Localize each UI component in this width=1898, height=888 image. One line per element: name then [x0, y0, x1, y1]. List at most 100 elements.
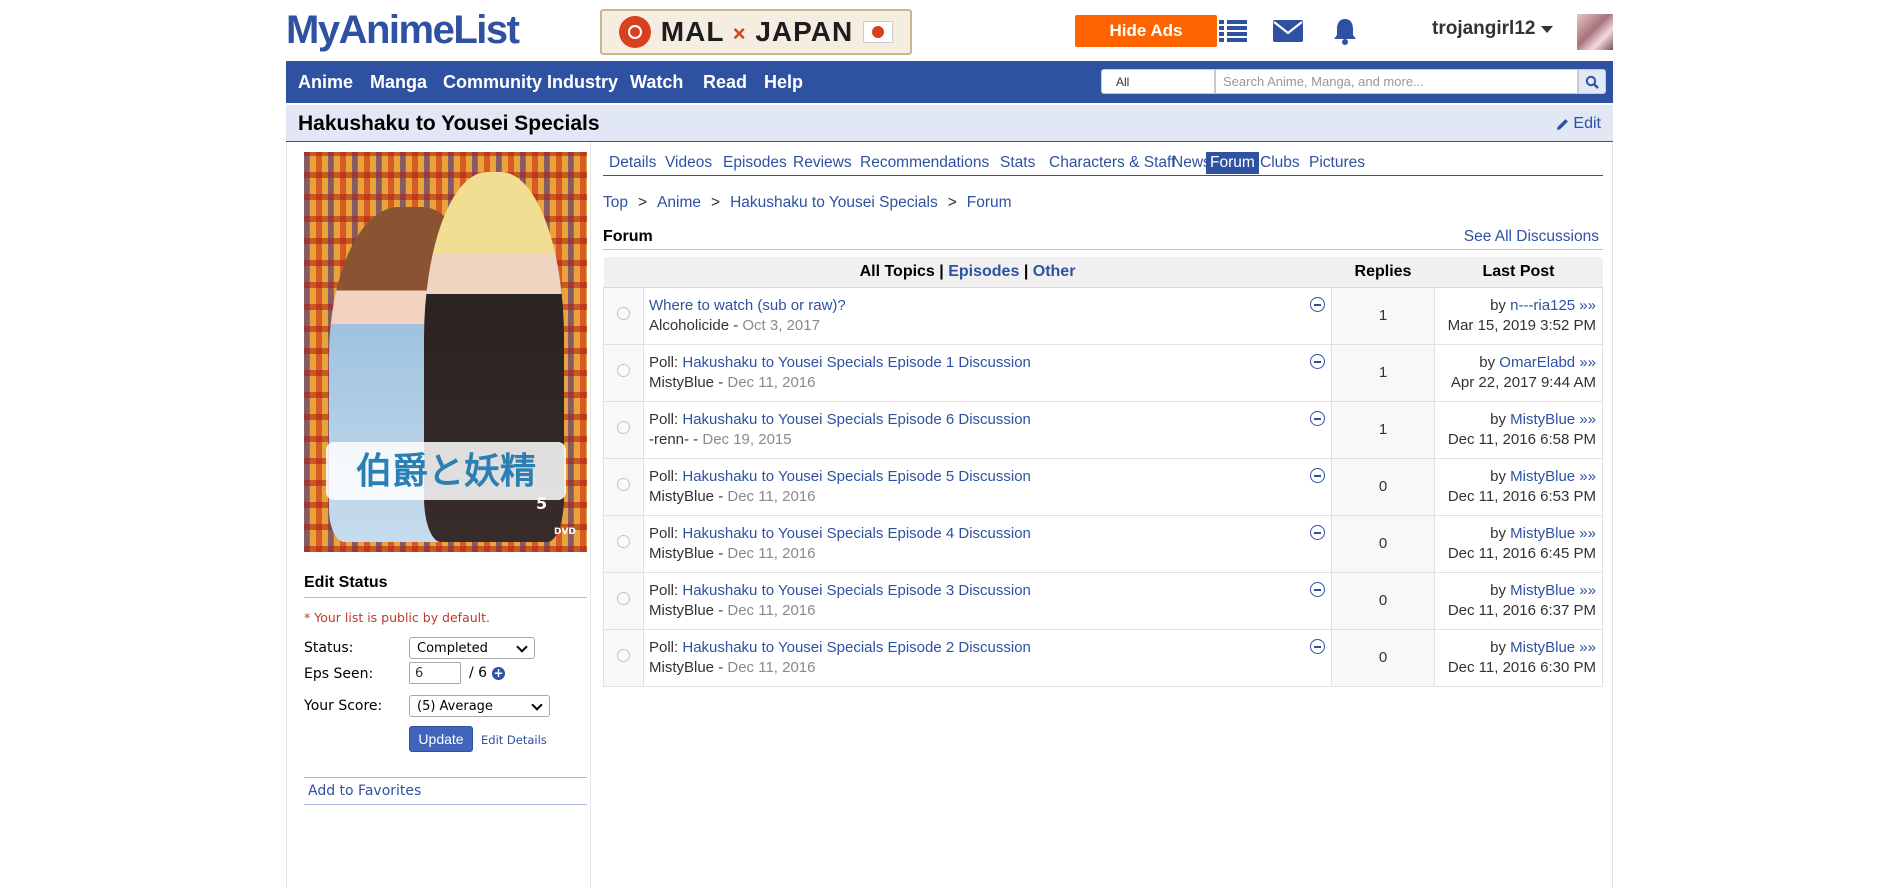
last-post-user-line: by MistyBlue »»: [1435, 524, 1596, 544]
minus-icon[interactable]: [1310, 581, 1325, 597]
update-button[interactable]: Update: [409, 726, 473, 752]
topic-meta-line: Alcoholicide - Oct 3, 2017: [649, 316, 1325, 336]
topic-marker-cell: [603, 458, 644, 516]
tab-clubs[interactable]: Clubs: [1256, 152, 1304, 174]
topic-prefix: Poll:: [649, 467, 683, 485]
tab-recommendations[interactable]: Recommendations: [856, 152, 993, 174]
minus-icon[interactable]: [1310, 296, 1325, 312]
tab-stats[interactable]: Stats: [996, 152, 1039, 174]
nav-watch[interactable]: Watch: [630, 61, 683, 103]
topic-author[interactable]: MistyBlue: [649, 488, 714, 505]
topic-title-link[interactable]: Hakushaku to Yousei Specials Episode 2 D…: [682, 639, 1031, 656]
minus-icon[interactable]: [1310, 353, 1325, 369]
last-post-user[interactable]: OmarElabd »»: [1499, 354, 1596, 371]
topic-replies: 1: [1331, 344, 1435, 402]
edit-details-link[interactable]: Edit Details: [481, 733, 547, 747]
nav-anime[interactable]: Anime: [298, 61, 353, 103]
filter-other[interactable]: Other: [1033, 263, 1076, 280]
last-post-user[interactable]: MistyBlue »»: [1510, 468, 1596, 485]
topic-date: Dec 11, 2016: [727, 373, 816, 391]
score-select[interactable]: (5) Average: [409, 695, 550, 717]
avatar[interactable]: [1577, 14, 1613, 50]
forum-heading: Forum: [603, 228, 653, 245]
by-label: by: [1490, 524, 1506, 542]
tab-reviews[interactable]: Reviews: [789, 152, 856, 174]
breadcrumb-top[interactable]: Top: [603, 194, 628, 212]
topic-dash: -: [714, 544, 728, 562]
tab-forum[interactable]: Forum: [1206, 152, 1259, 174]
breadcrumb-separator: >: [947, 194, 957, 211]
search-button[interactable]: [1578, 69, 1606, 94]
topic-author[interactable]: MistyBlue: [649, 659, 714, 676]
topic-title-link[interactable]: Hakushaku to Yousei Specials Episode 5 D…: [682, 468, 1031, 485]
tab-characters-staff[interactable]: Characters & Staff: [1045, 152, 1179, 174]
last-post-user[interactable]: MistyBlue »»: [1510, 411, 1596, 428]
topic-author[interactable]: Alcoholicide: [649, 317, 729, 334]
topic-prefix: Poll:: [649, 524, 683, 542]
add-to-favorites-button[interactable]: Add to Favorites: [304, 777, 587, 805]
topic-title-link[interactable]: Hakushaku to Yousei Specials Episode 1 D…: [682, 354, 1031, 371]
topic-last-post: by MistyBlue »» Dec 11, 2016 6:58 PM: [1434, 401, 1603, 459]
topic-author[interactable]: -renn-: [649, 431, 689, 448]
nav-manga[interactable]: Manga: [370, 61, 427, 103]
status-label: Status:: [304, 640, 354, 656]
main-nav: Anime Manga Community Industry Watch Rea…: [286, 61, 1613, 103]
last-post-user[interactable]: MistyBlue »»: [1510, 525, 1596, 542]
list-icon[interactable]: [1216, 14, 1250, 48]
topic-author[interactable]: MistyBlue: [649, 374, 714, 391]
hide-ads-button[interactable]: Hide Ads: [1075, 15, 1217, 47]
mail-icon[interactable]: [1271, 14, 1305, 48]
topic-status-icon: [617, 364, 630, 377]
minus-icon[interactable]: [1310, 524, 1325, 540]
filter-divider: |: [1023, 262, 1029, 280]
nav-read[interactable]: Read: [703, 61, 747, 103]
status-select[interactable]: Completed: [409, 637, 535, 659]
page-title: Hakushaku to Yousei Specials: [298, 112, 600, 135]
minus-icon[interactable]: [1310, 638, 1325, 654]
plus-icon[interactable]: +: [492, 667, 505, 680]
nav-community[interactable]: Community: [443, 61, 542, 103]
topic-prefix: Poll:: [649, 581, 683, 599]
topic-marker-cell: [603, 287, 644, 345]
topic-author[interactable]: MistyBlue: [649, 602, 714, 619]
last-post-user-line: by MistyBlue »»: [1435, 410, 1596, 430]
see-all-discussions-link[interactable]: See All Discussions: [1464, 228, 1599, 246]
breadcrumb-forum[interactable]: Forum: [967, 194, 1012, 212]
tab-pictures[interactable]: Pictures: [1305, 152, 1369, 174]
mal-japan-banner[interactable]: MAL × JAPAN: [600, 9, 912, 55]
topic-status-icon: [617, 592, 630, 605]
search-input[interactable]: Search Anime, Manga, and more...: [1215, 69, 1578, 94]
nav-help[interactable]: Help: [764, 61, 803, 103]
minus-icon[interactable]: [1310, 410, 1325, 426]
nav-industry[interactable]: Industry: [547, 61, 618, 103]
eps-seen-input[interactable]: 6: [409, 662, 461, 684]
minus-icon[interactable]: [1310, 467, 1325, 483]
topic-title-link[interactable]: Hakushaku to Yousei Specials Episode 3 D…: [682, 582, 1031, 599]
tab-details[interactable]: Details: [605, 152, 660, 174]
replies-header: Replies: [1331, 257, 1435, 288]
topic-title-line: Where to watch (sub or raw)?: [649, 296, 1325, 316]
cover-image[interactable]: 伯爵と妖精 5 DVD: [304, 152, 587, 552]
last-post-user[interactable]: n---ria125 »»: [1510, 297, 1596, 314]
breadcrumb-title[interactable]: Hakushaku to Yousei Specials: [730, 194, 938, 212]
topic-prefix: Poll:: [649, 353, 683, 371]
filter-all-topics[interactable]: All Topics: [860, 263, 935, 280]
filter-episodes[interactable]: Episodes: [948, 263, 1019, 280]
last-post-user[interactable]: MistyBlue »»: [1510, 639, 1596, 656]
topic-cell: Poll: Hakushaku to Yousei Specials Episo…: [643, 344, 1332, 402]
breadcrumb-anime[interactable]: Anime: [657, 194, 701, 212]
bell-icon[interactable]: [1328, 14, 1362, 48]
topic-title-link[interactable]: Hakushaku to Yousei Specials Episode 6 D…: [682, 411, 1031, 428]
site-logo[interactable]: MyAnimeList: [286, 6, 520, 54]
topic-meta-line: MistyBlue - Dec 11, 2016: [649, 487, 1325, 507]
search-category-select[interactable]: All: [1101, 69, 1215, 94]
topic-author[interactable]: MistyBlue: [649, 545, 714, 562]
last-post-user[interactable]: MistyBlue »»: [1510, 582, 1596, 599]
topic-title-link[interactable]: Hakushaku to Yousei Specials Episode 4 D…: [682, 525, 1031, 542]
edit-link[interactable]: Edit: [1556, 115, 1601, 133]
tab-videos[interactable]: Videos: [661, 152, 716, 174]
table-row: Where to watch (sub or raw)? Alcoholicide…: [603, 287, 1603, 345]
topic-title-link[interactable]: Where to watch (sub or raw)?: [649, 297, 846, 314]
user-menu[interactable]: trojangirl12: [1432, 18, 1554, 40]
tab-episodes[interactable]: Episodes: [719, 152, 791, 174]
